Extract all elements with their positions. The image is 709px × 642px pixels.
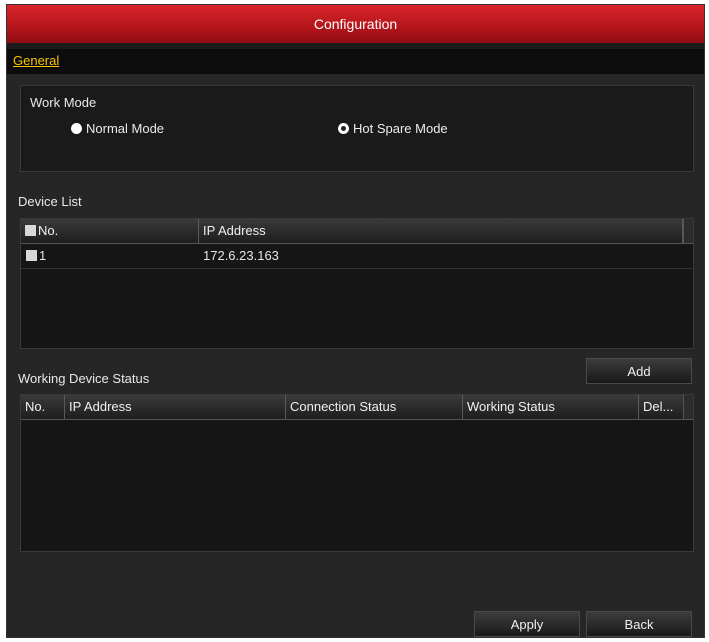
add-button[interactable]: Add	[586, 358, 692, 384]
col-working-status[interactable]: Working Status	[463, 395, 639, 419]
col-delete[interactable]: Del...	[639, 395, 685, 419]
col-no[interactable]: No.	[21, 219, 199, 243]
radio-selected-icon	[338, 123, 349, 134]
normal-mode-label: Normal Mode	[86, 121, 165, 136]
work-mode-group: Work Mode Normal Mode Hot Spare Mode	[20, 85, 694, 172]
row-ip-cell: 172.6.23.163	[203, 248, 279, 263]
hot-spare-mode-radio[interactable]: Hot Spare Mode	[338, 121, 448, 136]
table-row[interactable]: 1 172.6.23.163	[21, 244, 693, 269]
row-no-cell: 1	[26, 244, 46, 268]
working-status-table: No. IP Address Connection Status Working…	[20, 394, 694, 552]
tab-bar: General	[7, 49, 704, 74]
tab-general[interactable]: General	[13, 53, 59, 68]
apply-button[interactable]: Apply	[474, 611, 580, 637]
device-list-table: No. IP Address 1 172.6.23.163	[20, 218, 694, 349]
configuration-window: Configuration General Work Mode Normal M…	[6, 4, 705, 638]
col-no[interactable]: No.	[21, 395, 65, 419]
device-list-title: Device List	[18, 194, 82, 209]
select-all-checkbox[interactable]	[25, 225, 36, 236]
col-ip-address[interactable]: IP Address	[199, 219, 683, 243]
device-list-header: No. IP Address	[21, 219, 693, 244]
config-panel: Work Mode Normal Mode Hot Spare Mode Dev…	[7, 74, 704, 637]
working-device-status-title: Working Device Status	[18, 371, 150, 386]
row-checkbox[interactable]	[26, 250, 37, 261]
scrollbar[interactable]	[683, 395, 693, 419]
col-ip-address[interactable]: IP Address	[65, 395, 286, 419]
radio-unselected-icon	[71, 123, 82, 134]
work-mode-title: Work Mode	[30, 95, 97, 110]
hot-spare-mode-label: Hot Spare Mode	[353, 121, 448, 136]
col-connection-status[interactable]: Connection Status	[286, 395, 463, 419]
normal-mode-radio[interactable]: Normal Mode	[71, 121, 164, 136]
scrollbar[interactable]	[683, 219, 693, 243]
working-status-header: No. IP Address Connection Status Working…	[21, 395, 693, 420]
window-title: Configuration	[7, 5, 704, 43]
back-button[interactable]: Back	[586, 611, 692, 637]
